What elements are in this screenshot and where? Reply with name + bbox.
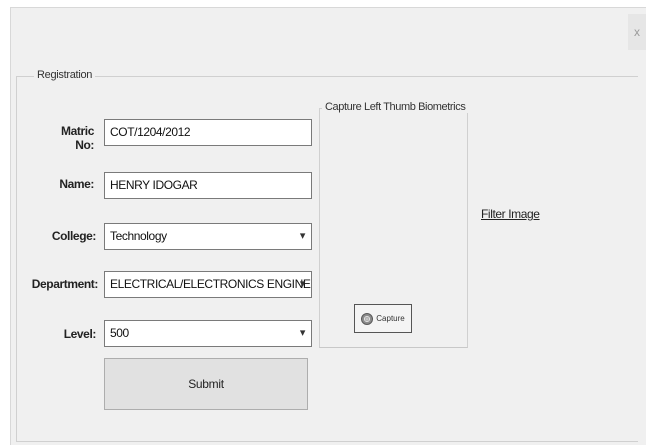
name-label: Name: bbox=[59, 177, 94, 191]
department-select[interactable]: ELECTRICAL/ELECTRONICS ENGINEERII bbox=[104, 271, 312, 298]
department-selected-value: ELECTRICAL/ELECTRONICS ENGINEERII bbox=[110, 277, 312, 291]
level-select[interactable]: 500 bbox=[104, 320, 312, 347]
college-label: College: bbox=[51, 229, 97, 243]
filter-image-link[interactable]: Filter Image bbox=[481, 207, 540, 221]
matric-input[interactable]: COT/1204/2012 bbox=[104, 119, 312, 146]
level-selected-value: 500 bbox=[110, 326, 129, 340]
level-label: Level: bbox=[63, 327, 97, 341]
department-label: Department: bbox=[31, 277, 99, 291]
capture-button[interactable]: Capture bbox=[354, 304, 412, 333]
submit-button[interactable]: Submit bbox=[104, 358, 308, 410]
college-selected-value: Technology bbox=[110, 229, 167, 243]
college-select[interactable]: Technology bbox=[104, 223, 312, 250]
registration-group-legend: Registration bbox=[34, 69, 96, 81]
name-input[interactable]: HENRY IDOGAR bbox=[104, 172, 312, 199]
close-icon: x bbox=[634, 25, 640, 39]
fingerprint-icon bbox=[361, 312, 374, 325]
close-button[interactable]: x bbox=[628, 14, 646, 50]
biometrics-group-legend: Capture Left Thumb Biometrics bbox=[322, 101, 469, 113]
matric-label: Matric No: bbox=[61, 124, 94, 152]
capture-label: Capture bbox=[376, 314, 405, 323]
